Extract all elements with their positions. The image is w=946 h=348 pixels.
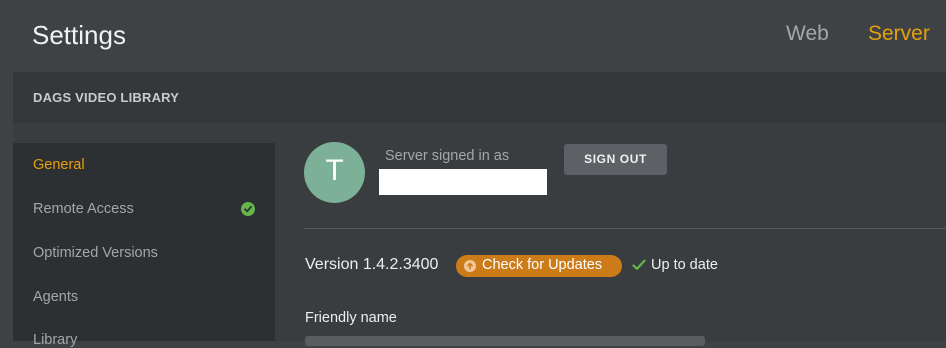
account-name-field: [379, 169, 547, 195]
settings-sidebar: General Remote Access Optimized Versions…: [13, 143, 275, 348]
sidebar-item-library[interactable]: Library: [33, 332, 77, 348]
tab-web[interactable]: Web: [786, 22, 829, 46]
page-title: Settings: [32, 20, 126, 50]
sidebar-item-remote-access[interactable]: Remote Access: [33, 201, 134, 217]
sidebar-item-agents[interactable]: Agents: [33, 289, 78, 305]
friendly-name-input[interactable]: [305, 336, 705, 346]
check-circle-icon: [241, 202, 255, 216]
friendly-name-label: Friendly name: [305, 310, 397, 326]
top-header: Settings Web Server: [0, 0, 946, 72]
library-name: DAGS VIDEO LIBRARY: [33, 90, 180, 105]
avatar: T: [304, 142, 365, 203]
check-for-updates-button[interactable]: Check for Updates: [456, 255, 622, 277]
check-for-updates-label: Check for Updates: [482, 257, 603, 273]
tab-server[interactable]: Server: [868, 22, 930, 46]
sign-out-button[interactable]: SIGN OUT: [564, 144, 667, 175]
sidebar-item-general[interactable]: General: [33, 157, 85, 173]
arrow-up-circle-icon: [464, 260, 476, 272]
library-header: DAGS VIDEO LIBRARY: [13, 72, 946, 123]
signed-in-label: Server signed in as: [385, 148, 510, 164]
update-status-text: Up to date: [651, 257, 718, 273]
version-label: Version 1.4.2.3400: [305, 256, 439, 273]
sidebar-item-optimized-versions[interactable]: Optimized Versions: [33, 245, 158, 261]
checkmark-icon: [632, 259, 646, 270]
avatar-letter: T: [325, 154, 344, 187]
section-divider: [304, 228, 946, 229]
